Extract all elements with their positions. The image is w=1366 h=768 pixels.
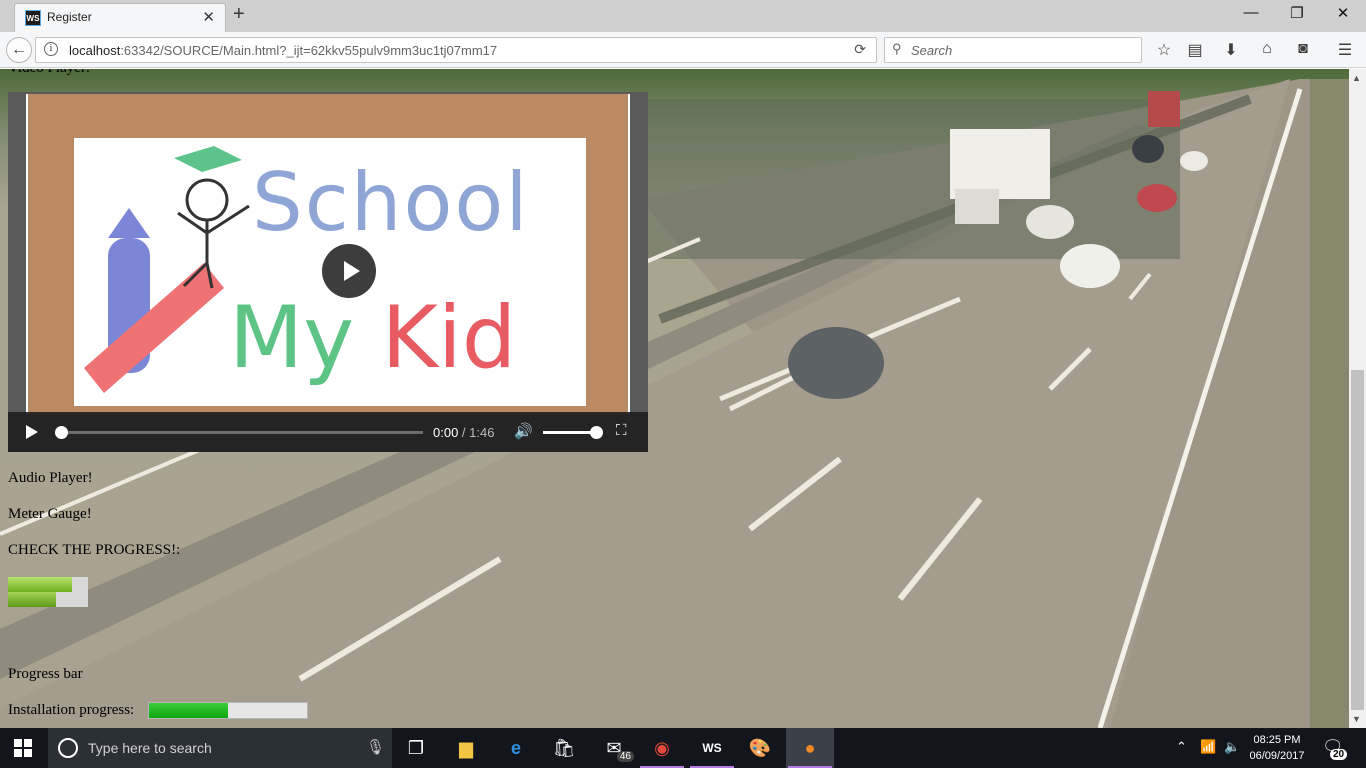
- webstorm-favicon-icon: WS: [25, 10, 41, 26]
- close-tab-icon[interactable]: ✕: [202, 8, 215, 26]
- video-controls: 0:00 / 1:46 🔊 ⛶: [8, 412, 648, 452]
- restore-button[interactable]: ❐: [1274, 4, 1320, 22]
- play-icon: [343, 261, 360, 281]
- cortana-icon: [58, 738, 78, 758]
- current-time: 0:00: [433, 425, 459, 440]
- meter-gauge-label: Meter Gauge!: [8, 506, 92, 522]
- reading-list-icon[interactable]: ▤: [1184, 40, 1206, 60]
- time-display: 0:00 / 1:46: [433, 425, 494, 440]
- store-icon[interactable]: 🛍: [540, 728, 588, 768]
- vertical-scrollbar[interactable]: ▲ ▼: [1349, 69, 1366, 728]
- address-bar[interactable]: i localhost:63342/SOURCE/Main.html?_ijt=…: [35, 37, 877, 63]
- network-icon[interactable]: 📶: [1200, 739, 1216, 755]
- navigation-toolbar: ← i localhost:63342/SOURCE/Main.html?_ij…: [0, 32, 1366, 68]
- downloads-icon[interactable]: ⬇: [1220, 40, 1242, 60]
- url-text: localhost:63342/SOURCE/Main.html?_ijt=62…: [69, 43, 497, 58]
- check-progress-label: CHECK THE PROGRESS!:: [8, 542, 181, 558]
- logo-kid-text: Kid: [381, 288, 517, 388]
- installation-progress-label: Installation progress:: [8, 702, 135, 718]
- play-button[interactable]: [26, 425, 38, 439]
- progress-bar-label: Progress bar: [8, 666, 83, 682]
- audio-player-label: Audio Player!: [8, 470, 93, 486]
- seek-bar[interactable]: [61, 431, 423, 434]
- new-tab-button[interactable]: +: [233, 3, 245, 26]
- firefox-icon[interactable]: ●: [786, 728, 834, 768]
- tab-title: Register: [47, 10, 92, 24]
- browser-tab[interactable]: WS Register ✕: [14, 3, 226, 32]
- edge-icon[interactable]: e: [492, 728, 540, 768]
- meter-bar-1: [8, 577, 72, 592]
- logo-mykid-text: My Kid: [229, 288, 516, 388]
- back-button[interactable]: ←: [6, 37, 32, 63]
- video-frame: School My Kid: [26, 94, 630, 414]
- microphone-icon[interactable]: 🎙: [366, 738, 385, 756]
- video-player-heading: Video Player:: [8, 69, 90, 77]
- taskbar-search-box[interactable]: Type here to search 🎙: [48, 728, 392, 768]
- bookmark-star-icon[interactable]: ☆: [1153, 40, 1175, 60]
- search-box[interactable]: ⚲ Search: [884, 37, 1142, 63]
- volume-icon[interactable]: 🔊: [514, 422, 533, 440]
- taskbar-clock[interactable]: 08:25 PM 06/09/2017: [1244, 732, 1310, 764]
- search-icon: ⚲: [892, 41, 902, 56]
- taskbar-search-placeholder: Type here to search: [88, 740, 212, 756]
- seek-knob[interactable]: [55, 426, 68, 439]
- speaker-icon[interactable]: 🔈: [1224, 739, 1240, 755]
- paint-icon[interactable]: 🎨: [736, 728, 784, 768]
- mail-icon[interactable]: ✉ 46: [590, 728, 638, 768]
- scroll-up-icon[interactable]: ▲: [1352, 73, 1361, 83]
- notification-count-badge: 20: [1330, 749, 1348, 760]
- volume-knob[interactable]: [590, 426, 603, 439]
- clock-time: 08:25 PM: [1253, 734, 1301, 746]
- installation-progress-bar: [148, 702, 308, 719]
- reload-icon[interactable]: ⟳: [854, 41, 866, 58]
- video-player[interactable]: School My Kid 0:00 / 1:46 🔊 ⛶: [8, 92, 648, 452]
- stick-figure-crayon-illustration: [84, 146, 250, 393]
- meter-bar-2: [8, 592, 56, 607]
- mail-badge: 46: [616, 751, 634, 762]
- show-hidden-icons-icon[interactable]: ⌃: [1176, 739, 1187, 755]
- search-placeholder: Search: [911, 43, 953, 58]
- logo-my-text: My: [229, 288, 355, 388]
- duration: 1:46: [469, 425, 495, 440]
- chrome-icon[interactable]: ◉: [638, 728, 686, 768]
- home-icon[interactable]: ⌂: [1256, 40, 1278, 58]
- time-separator: /: [458, 425, 470, 440]
- windows-taskbar: Type here to search 🎙 ❐ ▆ e 🛍 ✉ 46 ◉ WS 🎨…: [0, 728, 1366, 768]
- page-content: Video Player: School My Kid: [0, 69, 1349, 728]
- file-explorer-icon[interactable]: ▆: [442, 728, 490, 768]
- logo-school-text: School: [252, 156, 530, 249]
- clock-date: 06/09/2017: [1249, 750, 1305, 762]
- meter-gauge: [8, 577, 88, 607]
- big-play-button[interactable]: [322, 244, 376, 298]
- pocket-icon[interactable]: ◙: [1292, 40, 1314, 58]
- minimize-button[interactable]: —: [1228, 4, 1274, 21]
- browser-tab-bar: WS Register ✕ + — ❐ ✕: [0, 0, 1366, 32]
- task-view-icon[interactable]: ❐: [392, 728, 440, 768]
- webstorm-icon[interactable]: WS: [688, 728, 736, 768]
- windows-start-icon[interactable]: [14, 739, 32, 757]
- menu-icon[interactable]: ☰: [1334, 40, 1356, 60]
- url-path: :63342/SOURCE/Main.html?_ijt=62kkv55pulv…: [120, 43, 498, 58]
- scrollbar-thumb[interactable]: [1351, 370, 1364, 710]
- fullscreen-icon[interactable]: ⛶: [616, 422, 627, 439]
- site-info-icon[interactable]: i: [44, 42, 58, 56]
- url-host: localhost: [69, 43, 121, 58]
- scroll-down-icon[interactable]: ▼: [1352, 714, 1361, 724]
- close-window-button[interactable]: ✕: [1320, 4, 1366, 22]
- installation-progress-fill: [149, 703, 228, 718]
